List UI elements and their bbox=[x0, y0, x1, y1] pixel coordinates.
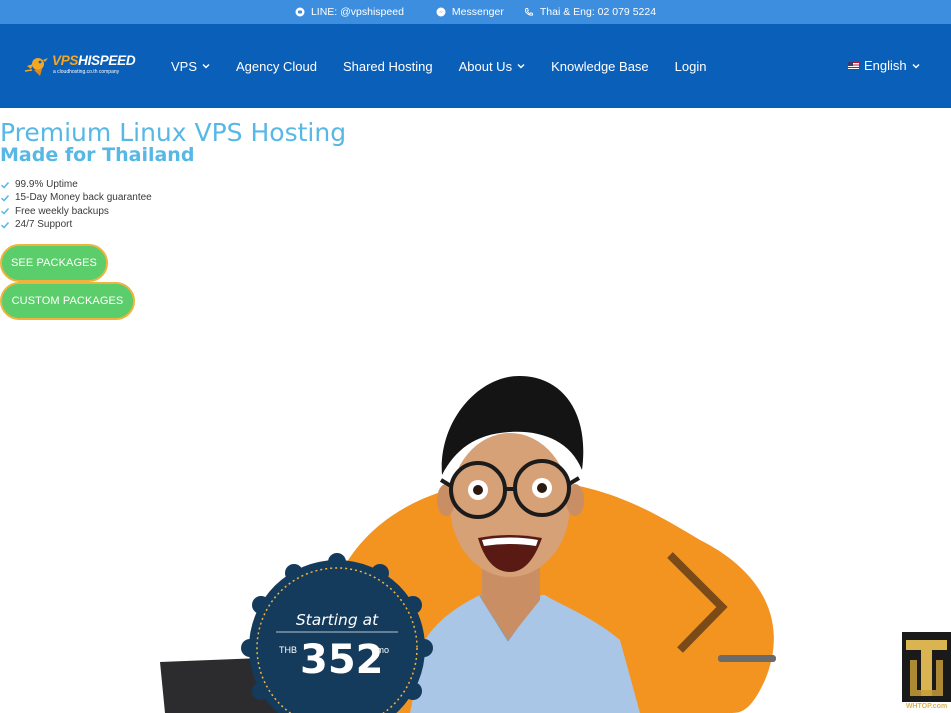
language-selector[interactable]: English bbox=[848, 58, 920, 73]
chevron-down-icon bbox=[912, 63, 920, 68]
us-flag-icon bbox=[848, 61, 859, 70]
feature-item: 99.9% Uptime bbox=[0, 178, 152, 191]
line-contact[interactable]: LINE: @vpshispeed bbox=[295, 6, 404, 18]
language-label: English bbox=[864, 58, 907, 73]
check-icon bbox=[0, 181, 10, 189]
mascot-logo-icon bbox=[24, 58, 48, 76]
messenger-contact[interactable]: Messenger bbox=[436, 6, 504, 18]
feature-list: 99.9% Uptime 15-Day Money back guarantee… bbox=[0, 178, 152, 231]
top-contact-bar: LINE: @vpshispeed Messenger Thai & Eng: … bbox=[0, 0, 951, 24]
nav-item-knowledge-base[interactable]: Knowledge Base bbox=[551, 59, 649, 74]
line-label: LINE: @vpshispeed bbox=[310, 6, 404, 18]
badge-period: /mo bbox=[374, 645, 390, 655]
custom-packages-button[interactable]: CUSTOM PACKAGES bbox=[0, 282, 135, 320]
badge-price: 352 bbox=[300, 637, 384, 683]
hero-subtitle: Made for Thailand bbox=[0, 144, 195, 166]
watermark-text: WHTOP.com bbox=[905, 703, 948, 710]
feature-item: Free weekly backups bbox=[0, 205, 152, 218]
page: LINE: @vpshispeed Messenger Thai & Eng: … bbox=[0, 0, 951, 713]
hero-title: Premium Linux VPS Hosting bbox=[0, 118, 347, 147]
check-icon bbox=[0, 208, 10, 215]
see-packages-button[interactable]: SEE PACKAGES bbox=[0, 244, 108, 282]
main-navbar: VPSHISPEED a cloudhosting.co.th company … bbox=[0, 24, 951, 108]
phone-icon bbox=[524, 8, 533, 16]
nav-item-agency-cloud[interactable]: Agency Cloud bbox=[236, 59, 317, 74]
hero-illustration bbox=[160, 375, 951, 713]
feature-item: 24/7 Support bbox=[0, 218, 152, 231]
messenger-label: Messenger bbox=[451, 6, 504, 18]
messenger-icon bbox=[436, 7, 446, 17]
feature-item: 15-Day Money back guarantee bbox=[0, 191, 152, 204]
line-icon bbox=[295, 7, 305, 17]
badge-currency: THB bbox=[279, 645, 297, 655]
badge-starting-label: Starting at bbox=[295, 611, 379, 629]
nav-item-about-us[interactable]: About Us bbox=[459, 59, 525, 74]
whtop-watermark-logo bbox=[902, 632, 951, 702]
nav-item-login[interactable]: Login bbox=[675, 59, 707, 74]
check-icon bbox=[0, 194, 10, 202]
phone-contact[interactable]: Thai & Eng: 02 079 5224 bbox=[524, 6, 656, 18]
phone-label: Thai & Eng: 02 079 5224 bbox=[539, 6, 657, 18]
logo-tagline: a cloudhosting.co.th company bbox=[53, 69, 120, 75]
chevron-down-icon bbox=[202, 64, 210, 69]
nav-menu: VPS Agency Cloud Shared Hosting About Us… bbox=[171, 24, 732, 108]
check-icon bbox=[0, 221, 10, 229]
logo-wordmark: VPSHISPEED bbox=[52, 53, 136, 68]
chevron-down-icon bbox=[517, 64, 525, 69]
nav-item-vps[interactable]: VPS bbox=[171, 59, 210, 74]
nav-item-shared-hosting[interactable]: Shared Hosting bbox=[343, 59, 433, 74]
site-logo[interactable]: VPSHISPEED a cloudhosting.co.th company bbox=[24, 52, 144, 78]
